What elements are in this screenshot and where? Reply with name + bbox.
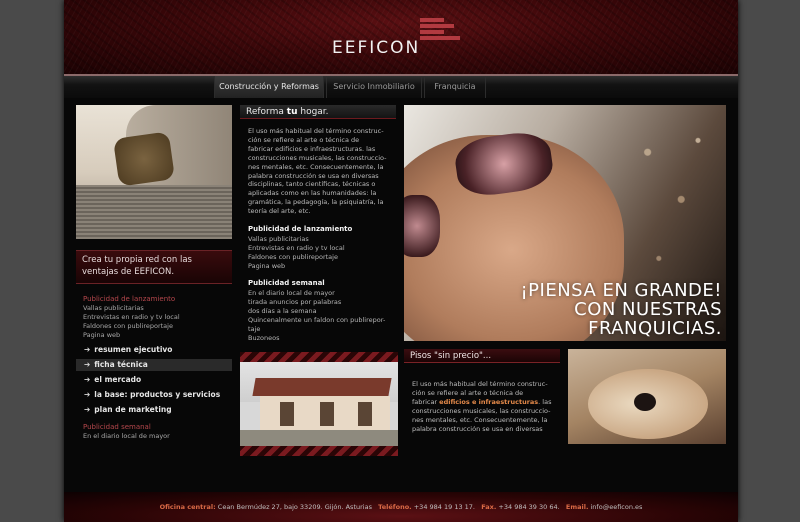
email-label: Email. — [565, 503, 589, 511]
pisos-title: Pisos "sin precio"... — [404, 349, 560, 363]
intro-line: palabra construcción se usa en diversas — [248, 171, 379, 180]
block-line: Entrevistas en radio y tv local — [248, 244, 345, 252]
intro-line: El uso más habitual del término construc… — [248, 127, 384, 135]
header: EEFICON — [64, 0, 738, 74]
block-line: taje — [248, 325, 261, 333]
left-section-title: Publicidad de lanzamiento — [83, 295, 176, 303]
phone-number: +34 984 19 13 17. — [413, 503, 476, 511]
block-line: Faldones con publireportaje — [248, 253, 338, 261]
title-part: Reforma — [246, 107, 284, 117]
reforma-title: Reforma tu hogar. — [240, 105, 396, 119]
intro-line: construcciones musicales, las construcci… — [248, 153, 387, 162]
nav-item-franquicia[interactable]: Franquicia — [424, 76, 486, 98]
footer: Oficina central: Cean Bermúdez 27, bajo … — [64, 492, 738, 522]
left-section-line: Pagina web — [83, 331, 121, 339]
slogan-line: ¡PIENSA EN GRANDE! — [520, 280, 722, 301]
intro-line: nes mentales, etc. Consecuentemente, la — [248, 162, 384, 171]
hero-slogan: ¡PIENSA EN GRANDE! CON NUESTRAS FRANQUIC… — [520, 281, 722, 338]
reforma-intro: El uso más habitual del término construc… — [248, 127, 394, 216]
block-line: Buzoneos — [248, 334, 280, 342]
intro-line: teoría del arte, etc. — [248, 207, 311, 216]
sofa-photo — [76, 105, 232, 239]
menu-label: el mercado — [94, 375, 142, 384]
left-section-title: Publicidad semanal — [83, 423, 151, 431]
menu-ficha-tecnica[interactable]: ➔ ficha técnica — [76, 359, 232, 371]
arrow-right-icon: ➔ — [84, 375, 91, 384]
nav-item-construccion[interactable]: Construcción y Reformas — [214, 76, 324, 98]
left-section-line: En el diario local de mayor — [83, 432, 170, 440]
title-bold: tu — [286, 107, 298, 117]
text-part: . las — [538, 397, 552, 406]
pisos-line: construcciones musicales, las construcci… — [412, 406, 551, 415]
menu-label: ficha técnica — [94, 360, 148, 369]
intro-line: aplicadas como en las humanidades: la — [248, 189, 377, 198]
office-label: Oficina central: — [159, 503, 216, 511]
block-title: Publicidad semanal — [248, 279, 325, 287]
office-address: Cean Bermúdez 27, bajo 33209. Gijón. Ast… — [217, 503, 372, 511]
house-photo[interactable] — [240, 352, 398, 456]
main-nav: Construcción y Reformas Servicio Inmobil… — [64, 74, 738, 98]
fax-number: +34 984 39 30 64. — [498, 503, 560, 511]
intro-line: fabricar edificios e infraestructuras. l… — [248, 144, 376, 153]
block-line: Pagina web — [248, 262, 286, 270]
franchise-hero-banner[interactable]: ¡PIENSA EN GRANDE! CON NUESTRAS FRANQUIC… — [404, 105, 726, 341]
intro-line: gramática, la pedagogía, la psiquiatría,… — [248, 198, 384, 207]
menu-el-mercado[interactable]: ➔ el mercado — [76, 374, 232, 386]
promo-box: Crea tu propia red con las ventajas de E… — [76, 250, 232, 284]
arrow-right-icon: ➔ — [84, 360, 91, 369]
menu-plan-marketing[interactable]: ➔ plan de marketing — [76, 404, 232, 416]
arrow-right-icon: ➔ — [84, 405, 91, 414]
slogan-line: CON NUESTRAS — [574, 299, 722, 320]
block-line: tirada anuncios por palabras — [248, 298, 342, 306]
email-link[interactable]: info@eeficon.es — [591, 503, 643, 511]
pisos-line: El uso más habitual del término construc… — [412, 380, 548, 388]
block-line: En el diario local de mayor — [248, 289, 335, 297]
arrow-right-icon: ➔ — [84, 345, 91, 354]
title-part: hogar. — [300, 107, 329, 117]
phone-label: Teléfono. — [378, 503, 412, 511]
pisos-line: palabra construcción se usa en diversas — [412, 424, 543, 433]
block-line: Quincenalmente un faldon con publirepor- — [248, 316, 386, 324]
logo[interactable]: EEFICON — [332, 16, 472, 60]
highlight-text: edificios e infraestructuras — [439, 397, 539, 406]
menu-la-base[interactable]: ➔ la base: productos y servicios — [76, 389, 232, 401]
intro-line: disciplinas, tanto científicas, técnicas… — [248, 180, 376, 189]
slogan-line: FRANQUICIAS. — [588, 318, 722, 339]
left-section-line: Vallas publicitarias — [83, 304, 144, 312]
block-title: Publicidad de lanzamiento — [248, 225, 353, 233]
fax-label: Fax. — [481, 503, 497, 511]
left-section-line: Entrevistas en radio y tv local — [83, 313, 180, 321]
block-line: dos días a la semana — [248, 307, 317, 315]
pisos-line: fabricar edificios e infraestructuras. l… — [412, 398, 560, 407]
menu-label: la base: productos y servicios — [94, 390, 221, 399]
menu-label: plan de marketing — [94, 405, 172, 414]
nav-item-inmobiliario[interactable]: Servicio Inmobiliario — [326, 76, 422, 98]
pisos-line: nes mentales, etc. Consecuentemente, la — [412, 415, 548, 424]
menu-resumen-ejecutivo[interactable]: ➔ resumen ejecutivo — [76, 344, 232, 356]
pisos-text: El uso más habitual del término construc… — [412, 380, 560, 433]
block-line: Vallas publicitarias — [248, 235, 309, 243]
menu-label: resumen ejecutivo — [94, 345, 173, 354]
logo-text: EEFICON — [332, 38, 421, 58]
dog-photo — [568, 349, 726, 444]
page: EEFICON Construcción y Reformas Servicio… — [64, 0, 738, 522]
left-section-line: Faldones con publireportaje — [83, 322, 173, 330]
text-part: fabricar — [412, 397, 440, 406]
intro-line: ción se refiere al arte o técnica de — [248, 135, 360, 144]
arrow-right-icon: ➔ — [84, 390, 91, 399]
pisos-line: ción se refiere al arte o técnica de — [412, 388, 524, 397]
